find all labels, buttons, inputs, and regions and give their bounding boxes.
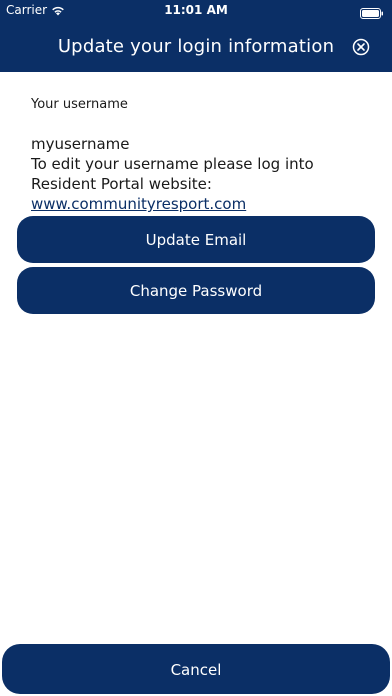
username-label: Your username [31, 97, 128, 112]
edit-username-note: To edit your username please log into Re… [31, 154, 371, 214]
resident-portal-link[interactable]: www.communityresport.com [31, 195, 246, 213]
battery-icon [360, 4, 384, 19]
cancel-button[interactable]: Cancel [2, 644, 390, 694]
status-bar: Carrier 11:01 AM [0, 0, 392, 20]
username-value: myusername [31, 135, 130, 153]
update-email-button[interactable]: Update Email [17, 216, 375, 263]
status-time: 11:01 AM [164, 3, 228, 17]
edit-note-text: To edit your username please log into Re… [31, 155, 314, 193]
account-info: Your username myusername To edit your us… [31, 96, 371, 214]
login-info-screen: Carrier 11:01 AM Update your login infor… [0, 0, 392, 696]
header-bar: Carrier 11:01 AM Update your login infor… [0, 0, 392, 72]
close-icon[interactable] [352, 38, 370, 56]
change-password-button[interactable]: Change Password [17, 267, 375, 314]
page-title: Update your login information [57, 36, 335, 57]
